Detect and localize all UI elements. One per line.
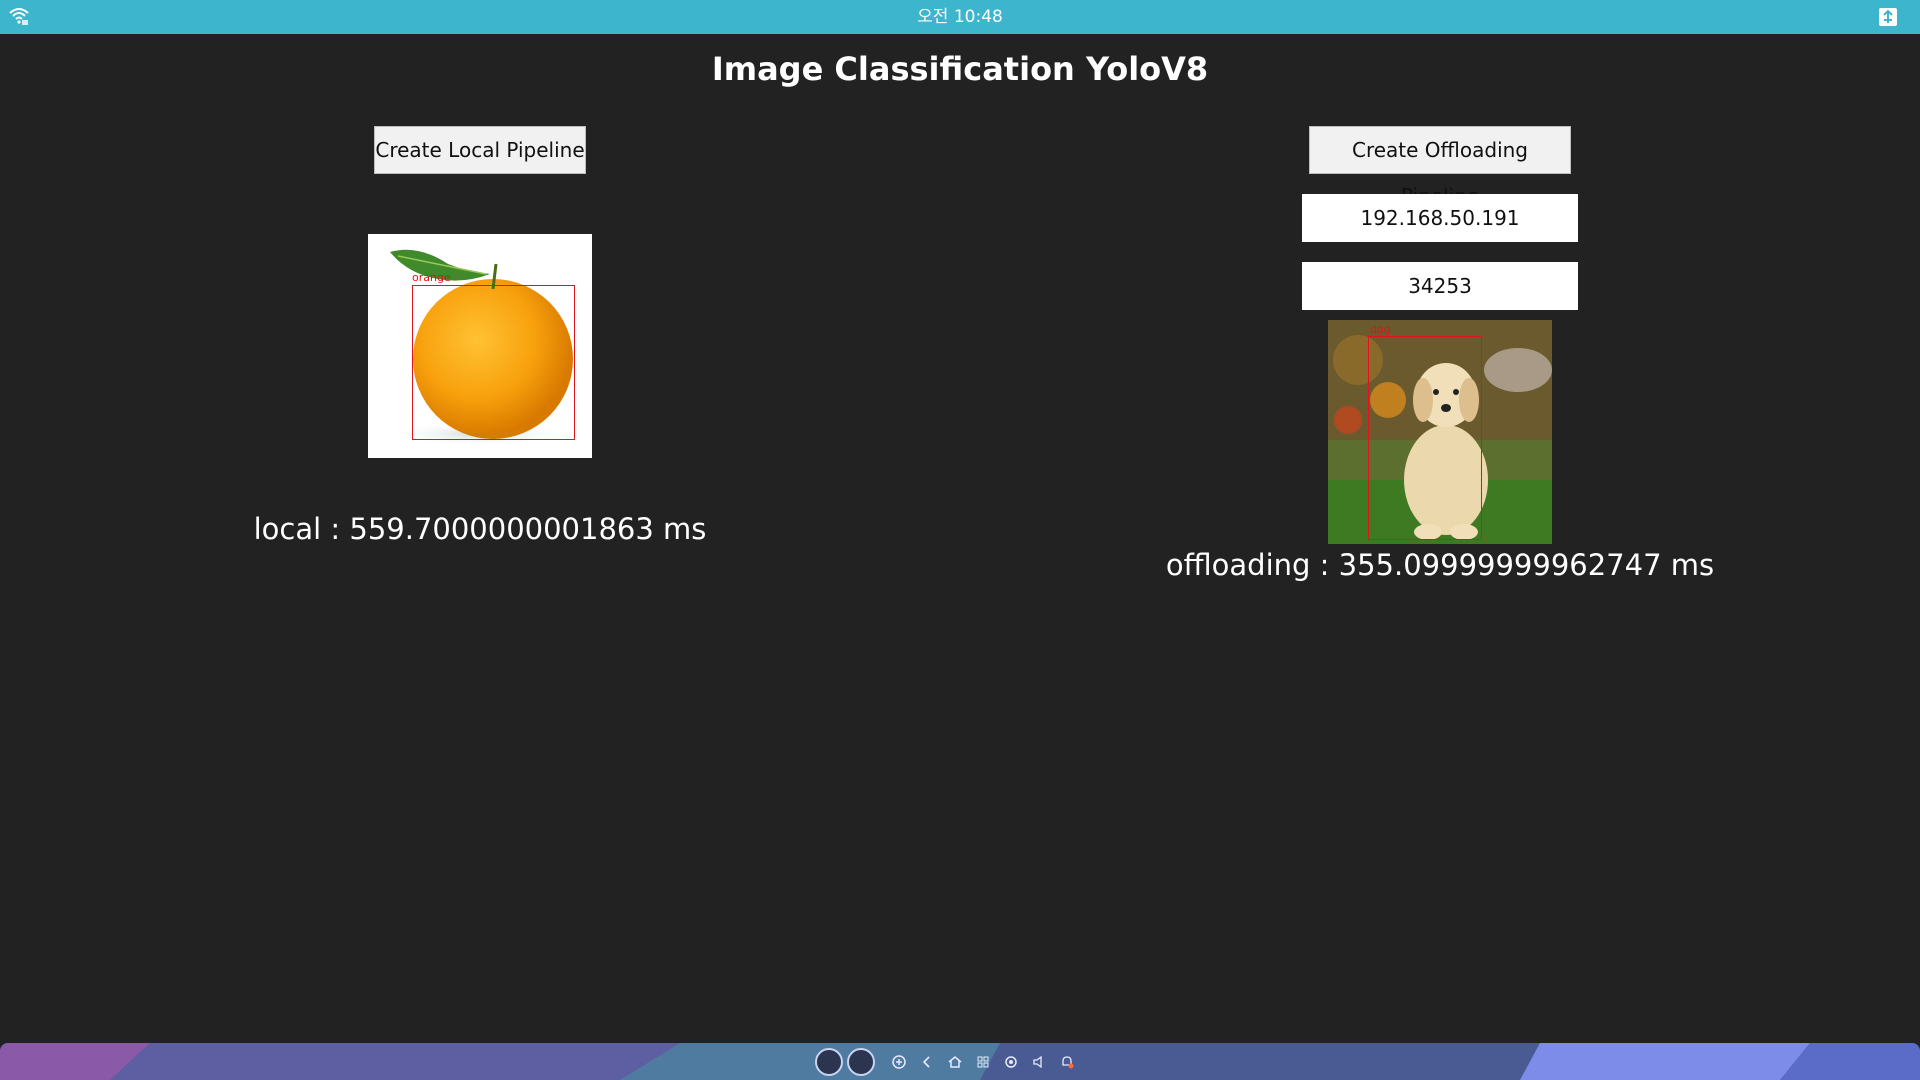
create-offloading-pipeline-button[interactable]: Create Offloading Pipeline	[1309, 126, 1571, 208]
offloading-result-image: dog	[1328, 320, 1552, 544]
taskbar-icons	[815, 1043, 1087, 1080]
local-latency-text: local : 559.7000000001863 ms	[253, 512, 707, 546]
offloading-latency-text: offloading : 355.09999999962747 ms	[1165, 548, 1715, 582]
screen-mirror-icon[interactable]	[1878, 7, 1898, 27]
notification-icon[interactable]	[1059, 1054, 1075, 1070]
taskbar	[0, 1043, 1920, 1080]
volume-icon[interactable]	[1031, 1054, 1047, 1070]
app-icon[interactable]	[847, 1047, 875, 1076]
detection-label: dog	[1370, 323, 1391, 336]
local-result-image: orange	[368, 234, 592, 458]
add-icon[interactable]	[891, 1054, 907, 1070]
home-icon[interactable]	[947, 1054, 963, 1070]
create-local-pipeline-button[interactable]: Create Local Pipeline	[374, 126, 586, 174]
bounding-box	[412, 285, 575, 440]
back-icon[interactable]	[919, 1054, 935, 1070]
app-icon[interactable]	[815, 1047, 843, 1076]
page-title: Image Classification YoloV8	[711, 50, 1209, 88]
detection-label: orange	[412, 271, 451, 284]
status-bar: 오전 10:48	[0, 0, 1920, 34]
bounding-box	[1368, 336, 1482, 540]
apps-grid-icon[interactable]	[975, 1054, 991, 1070]
port-input[interactable]	[1302, 262, 1578, 310]
status-time: 오전 10:48	[917, 7, 1003, 27]
settings-icon[interactable]	[1003, 1054, 1019, 1070]
ip-address-input[interactable]	[1302, 194, 1578, 242]
